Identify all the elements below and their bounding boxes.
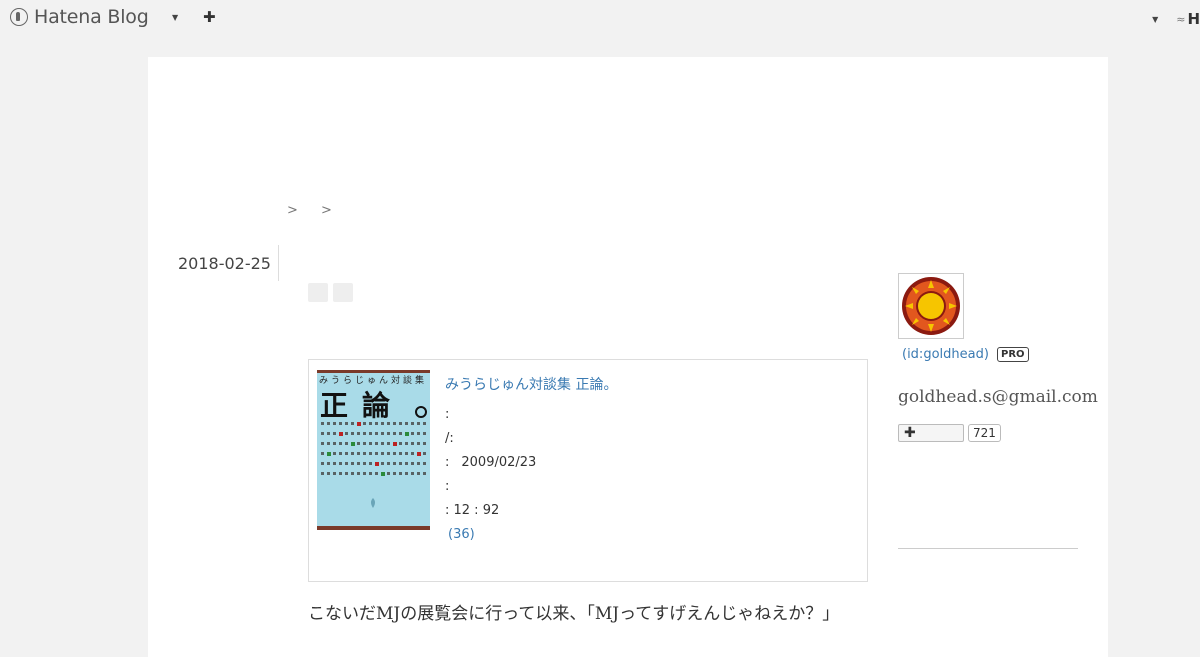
global-header: Hatena Blog ▼ ✚ ▼ ≈ H [0,0,1200,36]
product-detail-label: : [445,455,450,470]
caret-down-icon[interactable]: ▼ [172,13,178,22]
sidebar-divider [898,548,1078,549]
breadcrumb-separator: > [287,203,299,218]
profile-email: goldhead.s@gmail.com [898,387,1098,407]
cover-title: 正論 [320,389,404,422]
breadcrumb-separator: > [321,203,333,218]
product-detail-label: : [445,407,450,422]
user-initial: H [1187,10,1200,28]
product-detail-line: /: [445,427,617,451]
plus-icon: ✚ [904,425,916,441]
user-status-icon: ≈ [1176,12,1186,26]
entry-date[interactable]: 2018-02-25 [178,254,271,273]
product-card: みうらじゅん対談集 正論 みうらじゅん対談集 正論。 : /:: 2009/0… [308,359,868,582]
product-release-date: :2009/02/23 [445,451,617,475]
product-info: みうらじゅん対談集 正論。 : /: :2009/02/23 : : 12 : … [445,374,617,547]
release-date-value: 2009/02/23 [461,455,537,470]
hatena-blog-logo[interactable]: Hatena Blog [10,6,149,28]
follower-count[interactable]: 721 [968,424,1001,442]
product-reviews-link[interactable]: (36) [448,523,617,547]
pro-badge: PRO [997,347,1029,362]
product-detail-label: : [445,479,450,494]
new-post-plus-icon[interactable]: ✚ [203,8,216,26]
book-cover-image[interactable]: みうらじゅん対談集 正論 [317,370,430,530]
product-stats: : 12 : 92 [445,503,500,518]
product-detail-label: /: [445,431,454,446]
hatena-logo-icon [10,8,28,26]
share-button[interactable] [333,283,353,302]
entry-body-text: こないだMJの展覧会に行って以来、「MJってすげえんじゃねえか？」 [308,604,840,624]
product-detail-line: : [445,403,617,427]
product-detail-line: : [445,475,617,499]
profile-avatar[interactable] [898,273,964,339]
avatar-sun-icon [902,277,960,335]
follow-button[interactable]: ✚ [898,424,964,442]
product-title-link[interactable]: みうらじゅん対談集 正論。 [445,374,617,394]
user-menu[interactable]: ▼ ≈ H [1152,10,1200,28]
date-divider [278,245,279,281]
caret-down-icon[interactable]: ▼ [1152,15,1158,24]
brand-name: Hatena Blog [34,6,149,28]
cover-header: みうらじゅん対談集 [319,374,427,386]
breadcrumb: > > [287,203,350,218]
profile-id-link[interactable]: (id:goldhead) [902,347,989,362]
blog-page: > > 2018-02-25 みうらじゅん対談集 正論 みうらじゅん対談集 正論… [148,57,1108,657]
share-button[interactable] [308,283,328,302]
